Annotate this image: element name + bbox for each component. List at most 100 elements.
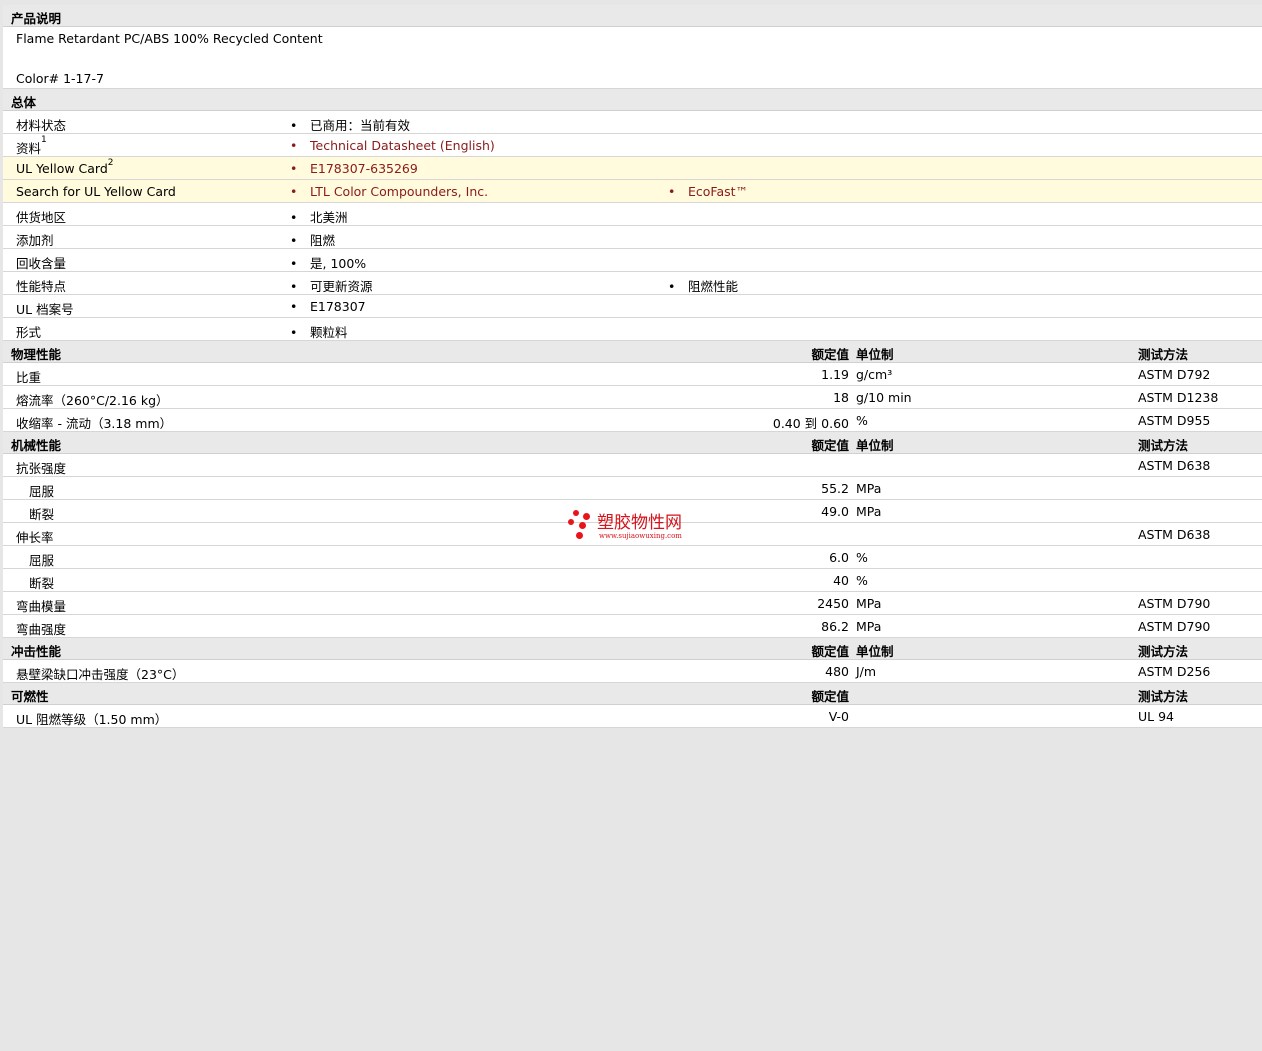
property-unit: g/cm³ <box>856 367 893 382</box>
row-value: 阻燃 <box>290 230 335 249</box>
header-nominal: 额定值 <box>811 347 849 362</box>
logo-dot <box>573 510 579 516</box>
property-value: 86.2 <box>821 619 849 634</box>
row-label: 供货地区 <box>16 210 67 225</box>
property-value: 0.40 到 0.60 <box>772 416 849 431</box>
row-value: 颗粒料 <box>290 322 348 341</box>
property-row: 熔流率（260°C/2.16 kg） 18 g/10 min ASTM D1238 <box>3 386 1262 409</box>
row-label: 形式 <box>16 325 42 340</box>
property-label: UL 阻燃等级（1.50 mm） <box>16 712 168 727</box>
impact-rows: 悬壁梁缺口冲击强度（23°C） 480 J/m ASTM D256 <box>3 660 1262 683</box>
property-method: UL 94 <box>1138 709 1174 724</box>
property-unit: J/m <box>856 664 877 679</box>
property-value: 1.19 <box>821 367 849 382</box>
property-row: 悬壁梁缺口冲击强度（23°C） 480 J/m ASTM D256 <box>3 660 1262 683</box>
row-material-status: 材料状态 已商用：当前有效 <box>3 111 1262 134</box>
property-value: 2450 <box>817 596 849 611</box>
row-value: 是, 100% <box>290 253 366 272</box>
row-label: 资料1 <box>16 135 47 157</box>
property-unit: g/10 min <box>856 390 912 405</box>
property-label: 悬壁梁缺口冲击强度（23°C） <box>16 667 185 682</box>
property-value: 49.0 <box>821 504 849 519</box>
company-link[interactable]: LTL Color Compounders, Inc. <box>290 184 488 199</box>
property-method: ASTM D955 <box>1138 413 1211 428</box>
property-row: 弯曲模量 2450 MPa ASTM D790 <box>3 592 1262 615</box>
row-value: 已商用：当前有效 <box>290 115 410 134</box>
section-title: 产品说明 <box>11 11 62 26</box>
property-unit: MPa <box>856 619 882 634</box>
header-nominal: 额定值 <box>811 644 849 659</box>
row-label: UL 档案号 <box>16 302 74 317</box>
property-method: ASTM D638 <box>1138 527 1211 542</box>
row-ul-yellow-card: UL Yellow Card2 E178307-635269 <box>3 157 1262 180</box>
property-label: 比重 <box>16 370 42 385</box>
section-header-description: 产品说明 <box>3 5 1262 27</box>
logo-dot <box>576 532 583 539</box>
header-method: 测试方法 <box>1138 438 1189 453</box>
property-value: 18 <box>833 390 849 405</box>
property-label: 断裂 <box>29 576 55 591</box>
ecofast-link[interactable]: EcoFast™ <box>668 184 748 199</box>
row-label: 材料状态 <box>16 118 67 133</box>
property-label: 弯曲模量 <box>16 599 67 614</box>
property-unit: MPa <box>856 481 882 496</box>
section-header-physical: 物理性能 额定值 单位制 测试方法 <box>3 341 1262 363</box>
footnote-marker: 1 <box>41 135 47 145</box>
row-form: 形式 颗粒料 <box>3 318 1262 341</box>
row-ul-file: UL 档案号 E178307 <box>3 295 1262 318</box>
label-text: 资料 <box>16 141 42 156</box>
property-label: 弯曲强度 <box>16 622 67 637</box>
property-row: 比重 1.19 g/cm³ ASTM D792 <box>3 363 1262 386</box>
property-label: 伸长率 <box>16 530 54 545</box>
row-search-ul: Search for UL Yellow Card LTL Color Comp… <box>3 180 1262 203</box>
section-header-mechanical: 机械性能 额定值 单位制 测试方法 <box>3 432 1262 454</box>
technical-datasheet-link[interactable]: Technical Datasheet (English) <box>290 138 495 153</box>
section-title: 机械性能 <box>11 438 62 453</box>
section-title: 总体 <box>11 95 37 110</box>
row-documents: 资料1 Technical Datasheet (English) <box>3 134 1262 157</box>
ul-yellow-card-link[interactable]: E178307-635269 <box>290 161 418 176</box>
header-nominal: 额定值 <box>811 689 849 704</box>
property-row: 收缩率 - 流动（3.18 mm） 0.40 到 0.60% ASTM D955 <box>3 409 1262 432</box>
section-title: 物理性能 <box>11 347 62 362</box>
description-text: Flame Retardant PC/ABS 100% Recycled Con… <box>16 31 323 46</box>
property-unit: % <box>856 573 868 588</box>
property-unit: % <box>856 550 868 565</box>
property-label: 熔流率（260°C/2.16 kg） <box>16 393 169 408</box>
property-method: ASTM D256 <box>1138 664 1211 679</box>
header-method: 测试方法 <box>1138 689 1189 704</box>
property-value: V-0 <box>828 709 849 724</box>
property-value: 40 <box>833 573 849 588</box>
section-header-flammability: 可燃性 额定值 测试方法 <box>3 683 1262 705</box>
physical-rows: 比重 1.19 g/cm³ ASTM D792 熔流率（260°C/2.16 kg） 18… <box>3 363 1262 432</box>
section-header-general: 总体 <box>3 89 1262 111</box>
row-label: 性能特点 <box>16 279 67 294</box>
property-method: ASTM D1238 <box>1138 390 1219 405</box>
property-unit: MPa <box>856 504 882 519</box>
property-method: ASTM D638 <box>1138 458 1211 473</box>
header-unit: 单位制 <box>856 347 894 362</box>
row-supply-region: 供货地区 北美洲 <box>3 203 1262 226</box>
property-label: 断裂 <box>29 507 55 522</box>
label-text: UL Yellow Card <box>16 161 108 176</box>
row-label: UL Yellow Card2 <box>16 158 114 176</box>
row-label: 回收含量 <box>16 256 67 271</box>
footnote-marker: 2 <box>107 158 114 168</box>
header-method: 测试方法 <box>1138 347 1189 362</box>
property-method: ASTM D790 <box>1138 596 1211 611</box>
property-value: 6.0 <box>829 550 849 565</box>
property-row: 屈服 6.0% <box>3 546 1262 569</box>
logo-dot <box>579 522 586 529</box>
property-row: 断裂 40% <box>3 569 1262 592</box>
header-unit: 单位制 <box>856 644 894 659</box>
description-block: Flame Retardant PC/ABS 100% Recycled Con… <box>3 27 1262 89</box>
property-row: 弯曲强度 86.2 MPa ASTM D790 <box>3 615 1262 638</box>
row-value: 北美洲 <box>290 207 348 226</box>
property-label: 屈服 <box>29 553 55 568</box>
watermark-url: www.sujiaowuxing.com <box>599 532 682 540</box>
property-unit: % <box>856 413 868 428</box>
watermark-logo: 塑胶物性网 www.sujiaowuxing.com <box>566 508 706 544</box>
property-unit: MPa <box>856 596 882 611</box>
header-method: 测试方法 <box>1138 644 1189 659</box>
header-nominal: 额定值 <box>811 438 849 453</box>
